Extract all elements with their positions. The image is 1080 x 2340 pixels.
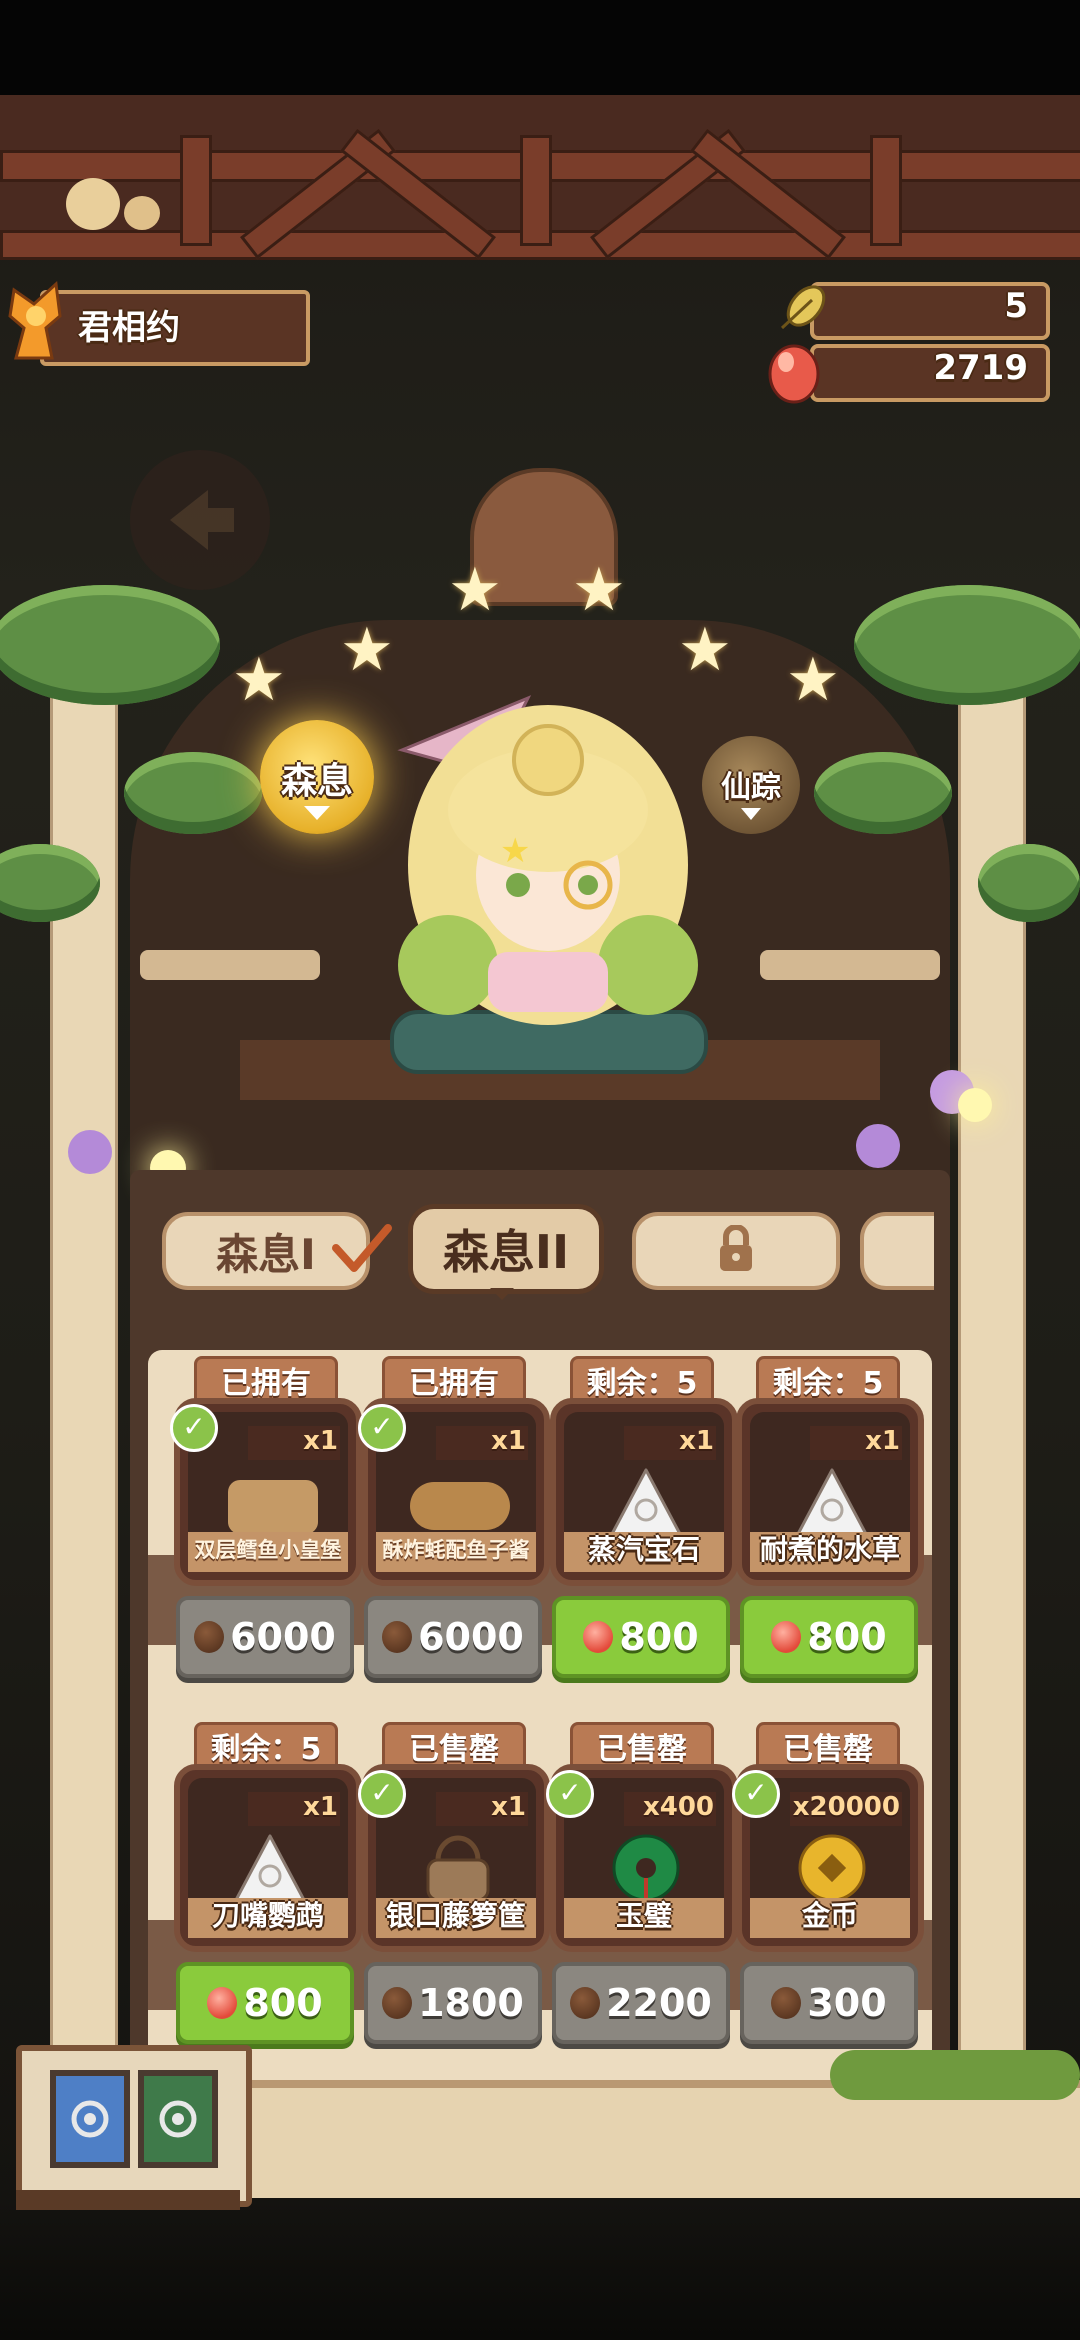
tree-foliage (978, 844, 1080, 922)
player-name: 君相约 (78, 308, 180, 348)
egg-currency-icon (771, 1621, 802, 1653)
fence (140, 950, 320, 980)
price-value: 1800 (418, 1981, 524, 2025)
egg-currency-icon (583, 1621, 614, 1653)
owned-check-icon: ✓ (732, 1770, 780, 1818)
price-value: 300 (807, 1981, 887, 2025)
check-icon (330, 1220, 394, 1276)
star-decoration: ★ (678, 615, 732, 685)
flower-decoration (68, 1130, 112, 1174)
price-value: 6000 (230, 1615, 336, 1659)
lantern-xianzong-label: 仙踪 (721, 770, 781, 805)
tab-senxi-2[interactable]: 森息II (408, 1204, 604, 1294)
fence (760, 950, 940, 980)
owned-check-icon: ✓ (170, 1404, 218, 1452)
chick-decoration (66, 178, 120, 230)
seed-currency-icon (570, 1987, 601, 2019)
price-value: 2200 (606, 1981, 712, 2025)
svg-text:★: ★ (500, 831, 530, 871)
player-avatar-icon[interactable] (6, 280, 68, 360)
item-name: 耐煮的水草 (759, 1533, 900, 1566)
star-decoration: ★ (340, 615, 394, 685)
seed-currency-icon (194, 1621, 225, 1653)
back-arrow-icon[interactable] (130, 450, 270, 590)
item-qty: x1 (679, 1426, 714, 1456)
tree-foliage (814, 752, 952, 834)
item-qty: x1 (303, 1426, 338, 1456)
owned-check-icon: ✓ (546, 1770, 594, 1818)
item-name: 酥炸蚝配鱼子酱 (382, 1538, 530, 1562)
item-qty: x400 (642, 1792, 714, 1822)
lantern-senxi-label: 森息 (280, 761, 353, 802)
tab-senxi-2-label: 森息II (442, 1225, 570, 1279)
item-name: 蒸汽宝石 (587, 1533, 700, 1566)
lock-icon (716, 1224, 756, 1277)
tree-foliage (0, 585, 220, 705)
seed-currency-icon (382, 1621, 413, 1653)
tree-foliage (854, 585, 1080, 705)
star-decoration: ★ (572, 555, 626, 625)
menu-stand (16, 2190, 240, 2210)
owned-check-icon: ✓ (358, 1404, 406, 1452)
basket-icon (420, 1830, 496, 1904)
flower-decoration (856, 1124, 900, 1168)
buy-button[interactable]: 800 (740, 1596, 918, 1678)
moss-decoration (830, 2050, 1080, 2100)
seed-currency-icon (382, 1987, 413, 2019)
buy-button[interactable]: 6000 (176, 1596, 354, 1678)
leaf-count: 5 (1004, 286, 1028, 326)
egg-currency-icon (207, 1987, 238, 2019)
game-screen: 君相约 5 2719 ★ ★ ★ ★ ★ ★ 森息 仙踪 ★ 森息I 森息II … (0, 0, 1080, 2340)
roof-post (520, 135, 552, 246)
firefly-decoration (958, 1088, 992, 1122)
price-value: 800 (243, 1981, 323, 2025)
chick-decoration (124, 196, 160, 230)
blue-card-icon[interactable] (50, 2070, 130, 2168)
buy-button[interactable]: 800 (176, 1962, 354, 2044)
item-name: 金币 (801, 1899, 858, 1932)
price-value: 800 (619, 1615, 699, 1659)
star-decoration: ★ (232, 645, 286, 715)
item-card[interactable]: x1 蒸汽宝石 (550, 1398, 738, 1586)
item-name: 玉璧 (615, 1899, 672, 1932)
egg-count: 2719 (933, 348, 1028, 388)
buy-button[interactable]: 1800 (364, 1962, 542, 2044)
tab-locked[interactable] (632, 1212, 840, 1290)
price-value: 800 (807, 1615, 887, 1659)
item-card[interactable]: x1 耐煮的水草 (736, 1398, 924, 1586)
owned-check-icon: ✓ (358, 1770, 406, 1818)
buy-button[interactable]: 800 (552, 1596, 730, 1678)
seed-currency-icon (771, 1987, 802, 2019)
buy-button[interactable]: 2200 (552, 1962, 730, 2044)
price-value: 6000 (418, 1615, 524, 1659)
item-qty: x1 (491, 1792, 526, 1822)
burger-icon (228, 1480, 318, 1534)
star-decoration: ★ (786, 645, 840, 715)
item-qty: x20000 (792, 1792, 900, 1822)
item-name: 双层鳕鱼小皇堡 (194, 1538, 342, 1562)
tab-more[interactable] (860, 1212, 934, 1290)
item-qty: x1 (865, 1426, 900, 1456)
tree-foliage (124, 752, 262, 834)
star-decoration: ★ (448, 555, 502, 625)
roof-post (870, 135, 902, 246)
tab-senxi-1-label: 森息I (216, 1229, 316, 1279)
chevron-down-icon (741, 808, 761, 820)
fairy-character[interactable]: ★ (378, 690, 698, 1030)
roof-post (180, 135, 212, 246)
egg-icon (764, 340, 824, 404)
item-qty: x1 (303, 1792, 338, 1822)
fried-oyster-icon (410, 1482, 510, 1530)
buy-button[interactable]: 300 (740, 1962, 918, 2044)
item-card[interactable]: x1 刀嘴鹦鹉 (174, 1764, 362, 1952)
buy-button[interactable]: 6000 (364, 1596, 542, 1678)
item-name: 银口藤箩筐 (385, 1899, 526, 1932)
item-name: 刀嘴鹦鹉 (211, 1899, 324, 1932)
green-card-icon[interactable] (138, 2070, 218, 2168)
chevron-down-icon (304, 806, 330, 820)
item-qty: x1 (491, 1426, 526, 1456)
tab-pointer (490, 1288, 514, 1300)
